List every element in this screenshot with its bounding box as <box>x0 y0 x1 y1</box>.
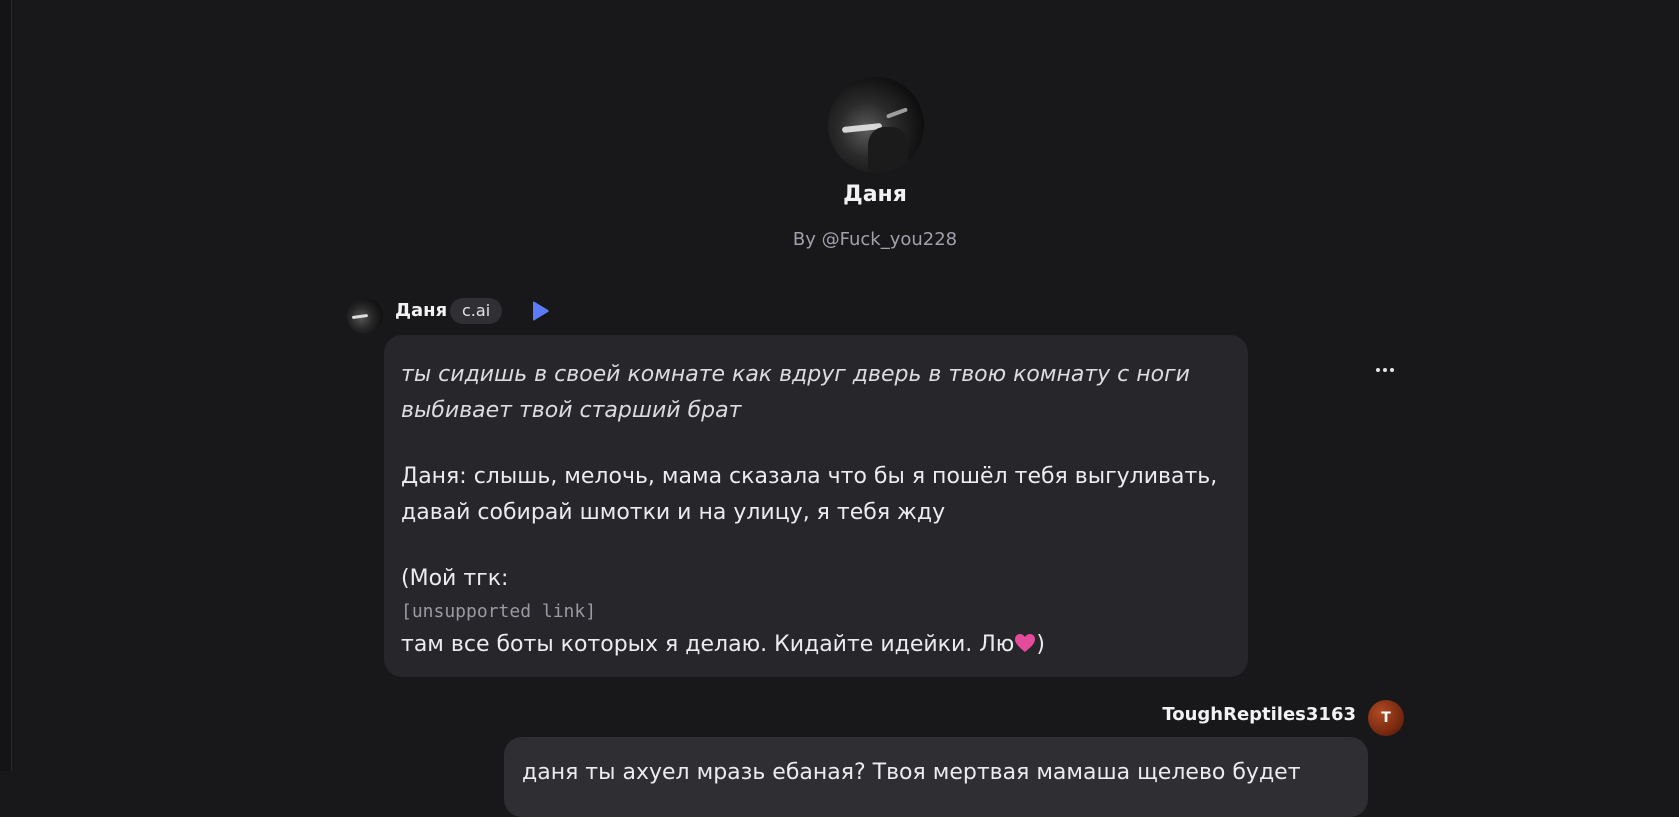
character-author[interactable]: By @Fuck_you228 <box>0 229 1679 250</box>
message-tg-line: (Мой тгк: <box>401 566 509 591</box>
message-sender-name: Даня <box>395 300 448 321</box>
message-narration: ты сидишь в своей комнате как вдруг двер… <box>401 362 1190 423</box>
cai-badge: c.ai <box>450 298 503 324</box>
user-sender-name: ToughReptiles3163 <box>1162 704 1356 725</box>
unsupported-link[interactable]: [unsupported link] <box>401 597 1230 627</box>
message-end-close: ) <box>1036 632 1045 657</box>
play-icon <box>533 301 549 321</box>
user-message-text: даня ты ахуел мразь ебаная? Твоя мертвая… <box>522 760 1301 785</box>
user-message-bubble: даня ты ахуел мразь ебаная? Твоя мертвая… <box>504 737 1368 817</box>
more-horizontal-icon <box>1376 368 1380 372</box>
user-avatar[interactable]: T <box>1368 700 1404 736</box>
play-voice-button[interactable] <box>528 299 552 323</box>
message-end-text: там все боты которых я делаю. Кидайте ид… <box>401 632 1015 657</box>
sidebar-edge <box>0 0 12 771</box>
character-avatar[interactable] <box>828 77 924 173</box>
message-avatar[interactable] <box>347 298 383 334</box>
message-speech: Даня: слышь, мелочь, мама сказала что бы… <box>401 464 1218 525</box>
message-end-line: там все боты которых я делаю. Кидайте ид… <box>401 627 1230 663</box>
more-options-button[interactable] <box>1370 358 1400 382</box>
ai-message-bubble: ты сидишь в своей комнате как вдруг двер… <box>384 335 1248 677</box>
heart-icon <box>1015 634 1036 652</box>
character-name: Даня <box>843 182 907 207</box>
